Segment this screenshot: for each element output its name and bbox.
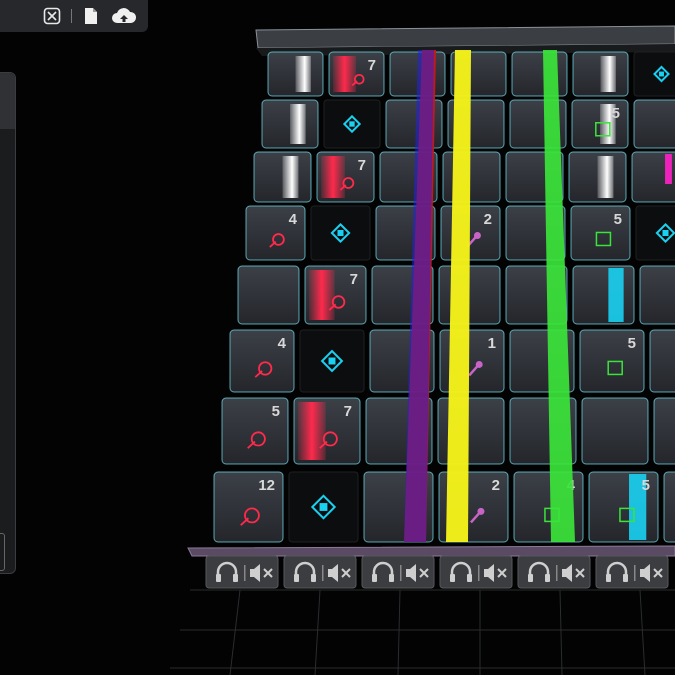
pad-cell[interactable]: 5 [570, 205, 631, 261]
pad-number: 7 [368, 57, 376, 74]
level-bar-red [333, 56, 357, 92]
level-bar-white [600, 56, 616, 92]
pad-cell[interactable] [572, 51, 629, 97]
mixer-separator [244, 565, 246, 581]
pad-cell[interactable] [237, 265, 300, 325]
diamond-core [659, 71, 664, 77]
pad-cell[interactable] [663, 471, 675, 543]
pad-number: 2 [484, 211, 492, 228]
pad-cell[interactable] [511, 51, 568, 97]
mixer-channel [205, 555, 279, 589]
pad-cell[interactable] [253, 151, 312, 203]
mixer-channel [595, 555, 669, 589]
mixer-channel [517, 555, 591, 589]
cloud-upload-icon[interactable] [110, 5, 138, 27]
mic-icon-head [473, 231, 481, 239]
pad-number: 7 [344, 403, 352, 420]
mixer-separator [478, 565, 480, 581]
mixer-channel [361, 555, 435, 589]
pad-cell[interactable] [442, 151, 501, 203]
pad-cell[interactable]: 4 [245, 205, 306, 261]
pad-grid-3d: 75742574155712245 [170, 25, 675, 675]
pad-number: 5 [642, 477, 650, 494]
pad-number: 7 [350, 271, 358, 288]
pad-cell[interactable] [310, 205, 371, 261]
mixer-separator [556, 565, 558, 581]
pad-cell[interactable] [581, 397, 649, 465]
left-panel-header [0, 73, 15, 129]
diamond-core [662, 229, 669, 237]
pad-cell[interactable]: 7 [328, 51, 385, 97]
mixer-separator [400, 565, 402, 581]
pad-cell[interactable] [653, 397, 675, 465]
pad-cell[interactable]: 4 [229, 329, 295, 393]
pad-cell[interactable] [261, 99, 319, 149]
pad-number: 5 [612, 105, 620, 122]
pad-cell[interactable] [299, 329, 365, 393]
level-bar-white [290, 104, 306, 144]
left-panel-handle[interactable] [0, 533, 5, 571]
mic-icon-head [475, 360, 483, 368]
left-side-panel [0, 72, 16, 574]
pad-cell[interactable]: 5 [571, 99, 629, 149]
pad-cell[interactable]: 5 [579, 329, 645, 393]
diamond-core [319, 503, 328, 511]
level-bar-white [597, 156, 614, 198]
pad-number: 5 [614, 211, 622, 228]
toolbar-separator [71, 9, 72, 23]
level-bar-white [282, 156, 299, 198]
diamond-core [328, 357, 336, 365]
pad-cell[interactable]: 7 [316, 151, 375, 203]
level-bar-white [295, 56, 311, 92]
mixer-strip [205, 555, 669, 589]
pad-cell[interactable] [633, 51, 675, 97]
pad-number: 7 [358, 157, 366, 174]
pad-cell[interactable] [635, 205, 675, 261]
pad-cell[interactable] [267, 51, 324, 97]
pad-number: 2 [492, 477, 500, 494]
pad-cell[interactable]: 7 [293, 397, 361, 465]
pad-number: 4 [289, 211, 298, 228]
file-icon[interactable] [80, 5, 102, 27]
pad-cell[interactable] [323, 99, 381, 149]
level-bar-red [321, 156, 345, 198]
pad-cell[interactable]: 2 [440, 205, 501, 261]
close-box-icon[interactable] [41, 5, 63, 27]
pad-rows: 75742574155712245 [213, 50, 675, 543]
mixer-channel [439, 555, 513, 589]
level-bar-red [309, 270, 335, 320]
pad-cell[interactable] [631, 151, 675, 203]
pad-cell[interactable] [288, 471, 359, 543]
pad-cell[interactable] [639, 265, 675, 325]
pad-cell[interactable] [633, 99, 675, 149]
pad-cell[interactable] [649, 329, 675, 393]
mic-icon-head [477, 507, 485, 515]
pad-number: 5 [272, 403, 280, 420]
diamond-core [337, 229, 344, 237]
pad-cell[interactable]: 5 [588, 471, 659, 543]
pad-cell[interactable] [572, 265, 635, 325]
pad-number: 12 [258, 477, 275, 494]
mixer-separator [322, 565, 324, 581]
level-bar-red [298, 402, 326, 460]
mixer-channel [283, 555, 357, 589]
diamond-core [349, 121, 355, 127]
pad-number: 5 [628, 335, 636, 352]
level-bar-cyan [608, 268, 624, 322]
level-bar-magenta [665, 154, 672, 184]
pad-cell[interactable]: 5 [221, 397, 289, 465]
track-beam-green [543, 50, 575, 542]
pad-cell[interactable] [568, 151, 627, 203]
pad-cell[interactable]: 7 [304, 265, 367, 325]
top-toolbar [0, 0, 148, 32]
pad-number: 1 [488, 335, 496, 352]
floor-grid [170, 589, 675, 675]
pad-number: 4 [278, 335, 287, 352]
pad-cell[interactable]: 12 [213, 471, 284, 543]
mixer-separator [634, 565, 636, 581]
bottom-rail [187, 545, 675, 557]
